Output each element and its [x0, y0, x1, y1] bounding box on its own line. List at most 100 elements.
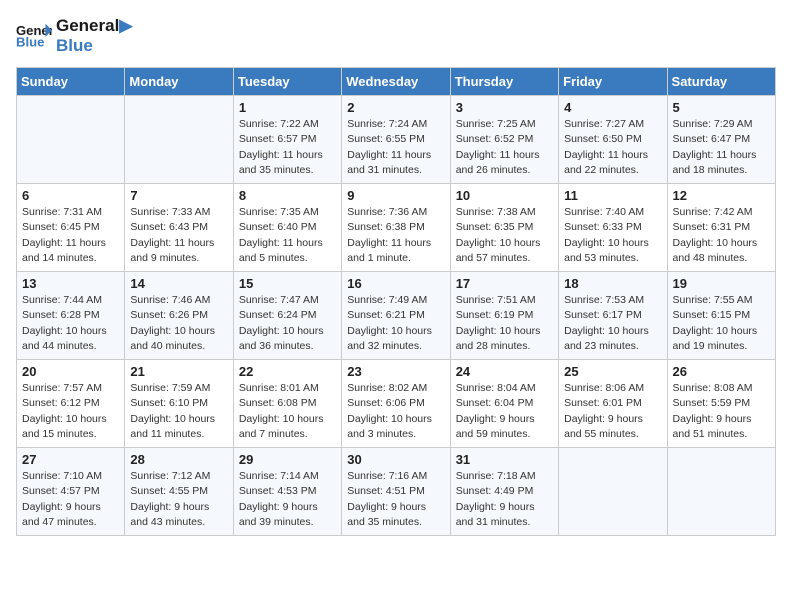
day-info: Sunrise: 7:29 AM Sunset: 6:47 PM Dayligh… [673, 117, 770, 178]
day-number: 1 [239, 100, 336, 115]
logo-text: General▶ [56, 16, 132, 36]
day-info: Sunrise: 7:49 AM Sunset: 6:21 PM Dayligh… [347, 293, 444, 354]
col-header-monday: Monday [125, 68, 233, 96]
day-info: Sunrise: 7:44 AM Sunset: 6:28 PM Dayligh… [22, 293, 119, 354]
day-cell: 4 Sunrise: 7:27 AM Sunset: 6:50 PM Daylig… [559, 96, 667, 184]
day-cell [667, 448, 775, 536]
day-number: 24 [456, 364, 553, 379]
day-cell: 16 Sunrise: 7:49 AM Sunset: 6:21 PM Dayli… [342, 272, 450, 360]
day-info: Sunrise: 7:47 AM Sunset: 6:24 PM Dayligh… [239, 293, 336, 354]
day-number: 21 [130, 364, 227, 379]
day-cell: 1Sunrise: 7:22 AM Sunset: 6:57 PM Daylig… [233, 96, 341, 184]
day-info: Sunrise: 7:57 AM Sunset: 6:12 PM Dayligh… [22, 381, 119, 442]
day-info: Sunrise: 7:12 AM Sunset: 4:55 PM Dayligh… [130, 469, 227, 530]
day-info: Sunrise: 7:38 AM Sunset: 6:35 PM Dayligh… [456, 205, 553, 266]
day-number: 3 [456, 100, 553, 115]
logo: General Blue General▶ Blue [16, 16, 132, 55]
day-cell: 21 Sunrise: 7:59 AM Sunset: 6:10 PM Dayli… [125, 360, 233, 448]
col-header-sunday: Sunday [17, 68, 125, 96]
day-cell: 10 Sunrise: 7:38 AM Sunset: 6:35 PM Dayli… [450, 184, 558, 272]
day-number: 7 [130, 188, 227, 203]
day-number: 14 [130, 276, 227, 291]
col-header-tuesday: Tuesday [233, 68, 341, 96]
day-info: Sunrise: 7:33 AM Sunset: 6:43 PM Dayligh… [130, 205, 227, 266]
day-info: Sunrise: 7:59 AM Sunset: 6:10 PM Dayligh… [130, 381, 227, 442]
day-info: Sunrise: 7:10 AM Sunset: 4:57 PM Dayligh… [22, 469, 119, 530]
day-cell: 27 Sunrise: 7:10 AM Sunset: 4:57 PM Dayli… [17, 448, 125, 536]
day-info: Sunrise: 7:55 AM Sunset: 6:15 PM Dayligh… [673, 293, 770, 354]
day-cell [17, 96, 125, 184]
day-number: 19 [673, 276, 770, 291]
day-cell: 3 Sunrise: 7:25 AM Sunset: 6:52 PM Daylig… [450, 96, 558, 184]
day-info: Sunrise: 7:25 AM Sunset: 6:52 PM Dayligh… [456, 117, 553, 178]
day-number: 27 [22, 452, 119, 467]
day-cell: 17 Sunrise: 7:51 AM Sunset: 6:19 PM Dayli… [450, 272, 558, 360]
day-info: Sunrise: 7:42 AM Sunset: 6:31 PM Dayligh… [673, 205, 770, 266]
day-number: 23 [347, 364, 444, 379]
day-number: 25 [564, 364, 661, 379]
day-info: Sunrise: 7:35 AM Sunset: 6:40 PM Dayligh… [239, 205, 336, 266]
day-cell: 13Sunrise: 7:44 AM Sunset: 6:28 PM Dayli… [17, 272, 125, 360]
day-number: 30 [347, 452, 444, 467]
day-cell: 14 Sunrise: 7:46 AM Sunset: 6:26 PM Dayli… [125, 272, 233, 360]
day-number: 16 [347, 276, 444, 291]
day-cell: 9 Sunrise: 7:36 AM Sunset: 6:38 PM Daylig… [342, 184, 450, 272]
week-row-3: 13Sunrise: 7:44 AM Sunset: 6:28 PM Dayli… [17, 272, 776, 360]
day-number: 5 [673, 100, 770, 115]
day-cell: 25 Sunrise: 8:06 AM Sunset: 6:01 PM Dayli… [559, 360, 667, 448]
svg-text:Blue: Blue [16, 34, 44, 49]
day-number: 15 [239, 276, 336, 291]
col-header-saturday: Saturday [667, 68, 775, 96]
day-info: Sunrise: 8:01 AM Sunset: 6:08 PM Dayligh… [239, 381, 336, 442]
day-cell: 8 Sunrise: 7:35 AM Sunset: 6:40 PM Daylig… [233, 184, 341, 272]
day-info: Sunrise: 8:08 AM Sunset: 5:59 PM Dayligh… [673, 381, 770, 442]
day-number: 26 [673, 364, 770, 379]
day-cell: 26 Sunrise: 8:08 AM Sunset: 5:59 PM Dayli… [667, 360, 775, 448]
day-info: Sunrise: 7:36 AM Sunset: 6:38 PM Dayligh… [347, 205, 444, 266]
day-cell: 20Sunrise: 7:57 AM Sunset: 6:12 PM Dayli… [17, 360, 125, 448]
day-cell: 19 Sunrise: 7:55 AM Sunset: 6:15 PM Dayli… [667, 272, 775, 360]
day-cell: 6Sunrise: 7:31 AM Sunset: 6:45 PM Daylig… [17, 184, 125, 272]
logo-icon: General Blue [16, 22, 52, 50]
col-header-wednesday: Wednesday [342, 68, 450, 96]
day-number: 8 [239, 188, 336, 203]
week-row-2: 6Sunrise: 7:31 AM Sunset: 6:45 PM Daylig… [17, 184, 776, 272]
day-number: 10 [456, 188, 553, 203]
day-cell: 18 Sunrise: 7:53 AM Sunset: 6:17 PM Dayli… [559, 272, 667, 360]
day-cell: 15 Sunrise: 7:47 AM Sunset: 6:24 PM Dayli… [233, 272, 341, 360]
day-cell: 12 Sunrise: 7:42 AM Sunset: 6:31 PM Dayli… [667, 184, 775, 272]
day-cell: 24Sunrise: 8:04 AM Sunset: 6:04 PM Dayli… [450, 360, 558, 448]
day-number: 29 [239, 452, 336, 467]
logo-blue: Blue [56, 36, 132, 56]
col-header-friday: Friday [559, 68, 667, 96]
page-header: General Blue General▶ Blue [16, 16, 776, 55]
day-cell: 7 Sunrise: 7:33 AM Sunset: 6:43 PM Daylig… [125, 184, 233, 272]
day-number: 18 [564, 276, 661, 291]
day-info: Sunrise: 8:06 AM Sunset: 6:01 PM Dayligh… [564, 381, 661, 442]
week-row-5: 27 Sunrise: 7:10 AM Sunset: 4:57 PM Dayli… [17, 448, 776, 536]
day-info: Sunrise: 7:16 AM Sunset: 4:51 PM Dayligh… [347, 469, 444, 530]
day-number: 9 [347, 188, 444, 203]
day-cell [559, 448, 667, 536]
day-info: Sunrise: 8:02 AM Sunset: 6:06 PM Dayligh… [347, 381, 444, 442]
day-cell [125, 96, 233, 184]
day-number: 4 [564, 100, 661, 115]
day-cell: 2Sunrise: 7:24 AM Sunset: 6:55 PM Daylig… [342, 96, 450, 184]
day-info: Sunrise: 7:46 AM Sunset: 6:26 PM Dayligh… [130, 293, 227, 354]
day-number: 28 [130, 452, 227, 467]
week-row-4: 20Sunrise: 7:57 AM Sunset: 6:12 PM Dayli… [17, 360, 776, 448]
day-number: 6 [22, 188, 119, 203]
col-header-thursday: Thursday [450, 68, 558, 96]
day-info: Sunrise: 7:14 AM Sunset: 4:53 PM Dayligh… [239, 469, 336, 530]
day-info: Sunrise: 7:51 AM Sunset: 6:19 PM Dayligh… [456, 293, 553, 354]
day-info: Sunrise: 7:27 AM Sunset: 6:50 PM Dayligh… [564, 117, 661, 178]
day-cell: 22Sunrise: 8:01 AM Sunset: 6:08 PM Dayli… [233, 360, 341, 448]
day-number: 17 [456, 276, 553, 291]
day-number: 12 [673, 188, 770, 203]
day-info: Sunrise: 7:18 AM Sunset: 4:49 PM Dayligh… [456, 469, 553, 530]
day-info: Sunrise: 7:53 AM Sunset: 6:17 PM Dayligh… [564, 293, 661, 354]
day-cell: 29 Sunrise: 7:14 AM Sunset: 4:53 PM Dayli… [233, 448, 341, 536]
calendar-table: SundayMondayTuesdayWednesdayThursdayFrid… [16, 67, 776, 536]
day-cell: 28 Sunrise: 7:12 AM Sunset: 4:55 PM Dayli… [125, 448, 233, 536]
day-cell: 31Sunrise: 7:18 AM Sunset: 4:49 PM Dayli… [450, 448, 558, 536]
